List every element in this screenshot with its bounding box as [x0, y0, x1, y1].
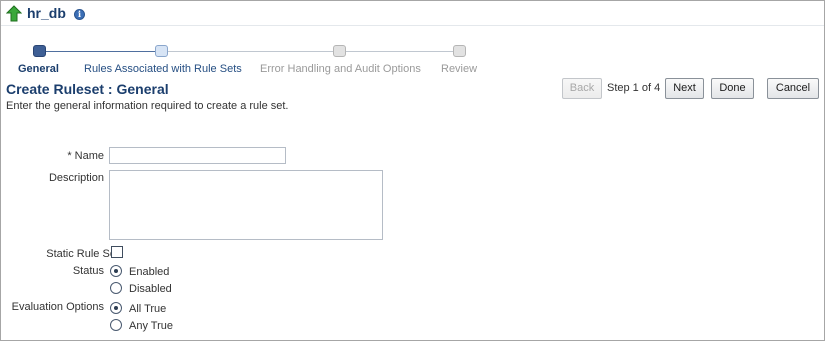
train-label-general: General [18, 63, 59, 75]
back-button[interactable]: Back [562, 78, 602, 99]
status-enabled-label: Enabled [129, 266, 170, 278]
evaluation-any-true-label: Any True [129, 320, 174, 332]
train-connector-2 [166, 51, 334, 52]
train-stop-rules[interactable] [155, 45, 168, 57]
name-label-text: Name [74, 150, 104, 162]
next-button[interactable]: Next [665, 78, 704, 99]
status-label: Status [72, 265, 104, 277]
train-stop-review [453, 45, 466, 57]
train-connector-3 [345, 51, 453, 52]
page-title: Create Ruleset : General [6, 81, 169, 97]
train-label-rules[interactable]: Rules Associated with Rule Sets [84, 63, 242, 75]
page-description: Enter the general information required t… [6, 100, 289, 112]
train-label-error-handling: Error Handling and Audit Options [260, 63, 421, 75]
evaluation-all-true-radio[interactable] [110, 302, 122, 314]
status-disabled-radio[interactable] [110, 282, 122, 294]
status-enabled-radio[interactable] [110, 265, 122, 277]
description-textarea[interactable] [109, 170, 383, 240]
cancel-button[interactable]: Cancel [767, 78, 819, 99]
header-bar: hr_db i [1, 1, 824, 26]
static-rule-set-label: Static Rule Set [46, 248, 119, 260]
evaluation-any-true-radio[interactable] [110, 319, 122, 331]
required-marker: * [67, 150, 72, 162]
name-input[interactable] [109, 147, 286, 164]
step-indicator: Step 1 of 4 [607, 82, 661, 94]
done-button[interactable]: Done [711, 78, 754, 99]
static-rule-set-checkbox[interactable] [111, 246, 123, 258]
name-label: * Name [67, 150, 104, 162]
green-up-arrow-icon[interactable] [6, 5, 22, 22]
train-stop-error-handling [333, 45, 346, 57]
train-label-review: Review [441, 63, 478, 75]
database-title: hr_db [27, 5, 66, 21]
info-icon[interactable]: i [74, 9, 85, 20]
train-stop-general [33, 45, 46, 57]
train-connector-1 [46, 51, 156, 52]
description-label: Description [48, 172, 104, 184]
evaluation-options-label: Evaluation Options [11, 301, 104, 313]
status-disabled-label: Disabled [129, 283, 172, 295]
evaluation-all-true-label: All True [129, 303, 167, 315]
